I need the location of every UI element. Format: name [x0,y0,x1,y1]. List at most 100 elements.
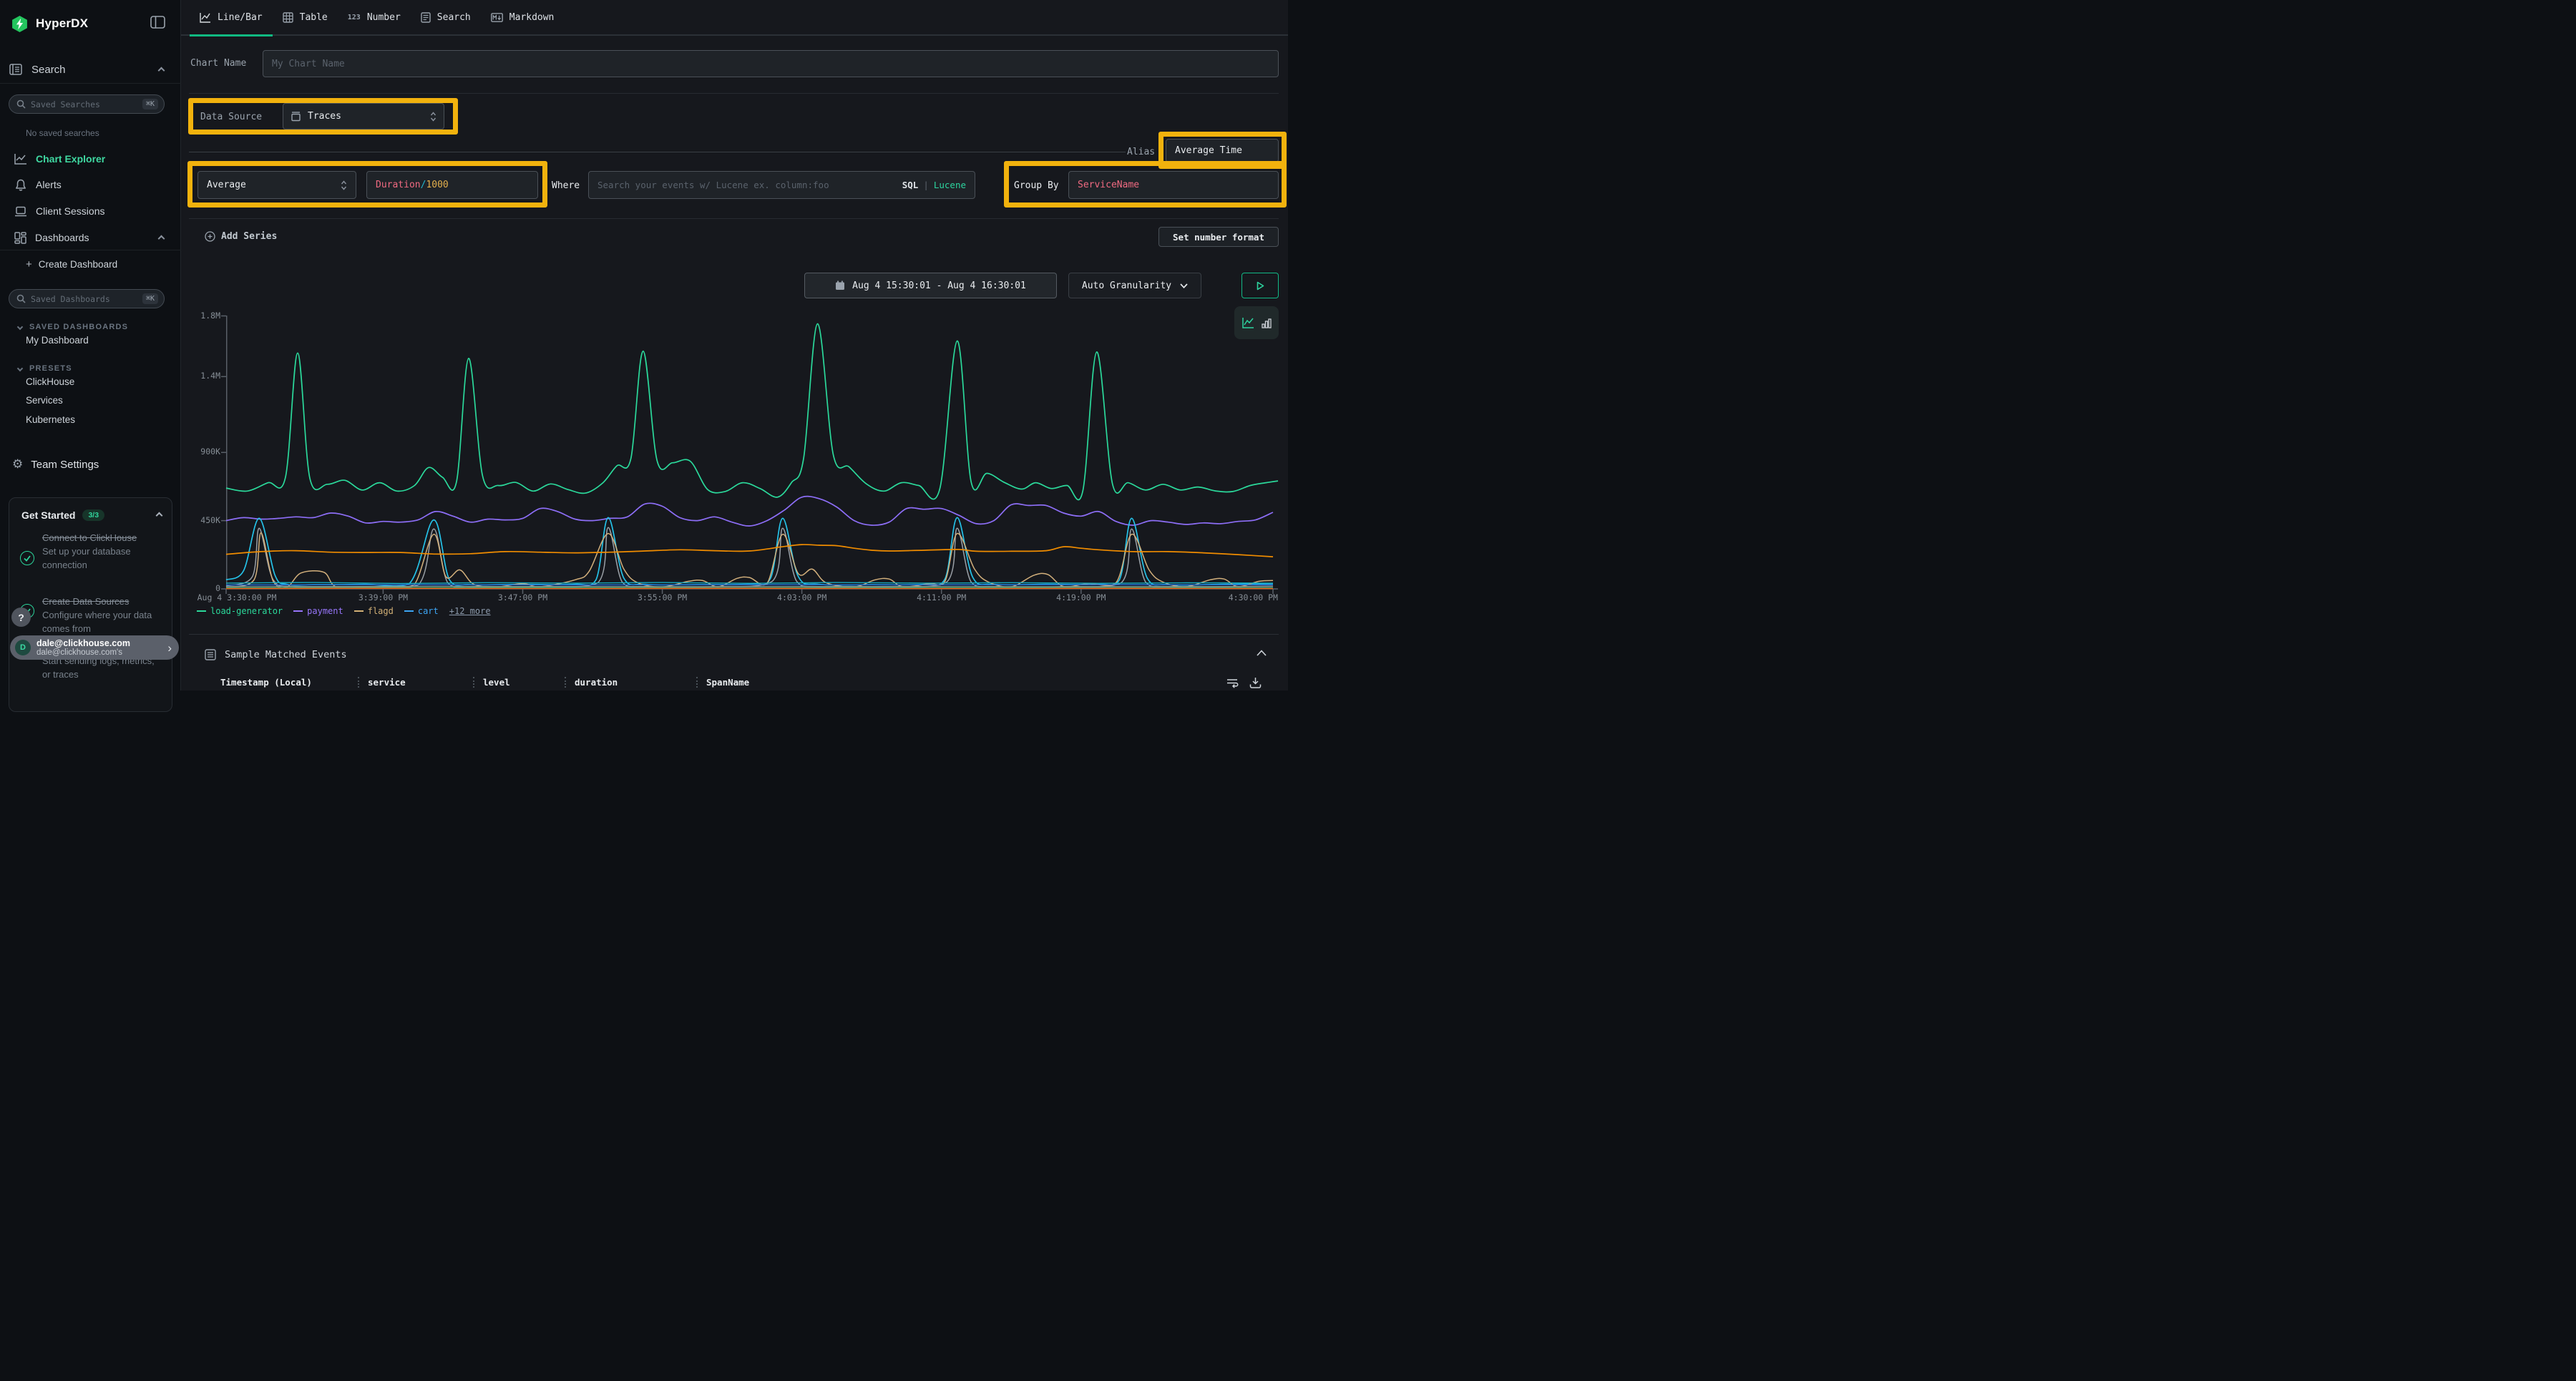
tab-markdown[interactable]: Markdown [481,0,565,35]
aggregation-select[interactable]: Average [197,171,356,199]
chevron-up-icon[interactable] [156,512,163,519]
tab-search[interactable]: Search [411,0,481,35]
legend-item[interactable]: load-generator [197,606,283,616]
saved-dashboards-input[interactable] [31,294,142,304]
saved-dashboards-shortcut: ⌘K [142,293,158,304]
chart-svg [226,315,1278,591]
sidebar-item-label: Dashboards [35,232,89,243]
user-menu[interactable]: D dale@clickhouse.com dale@clickhouse.co… [10,635,179,660]
get-started-item[interactable]: Create Data Sources Configure where your… [42,595,164,635]
sample-events-title: Sample Matched Events [225,649,347,660]
select-chevrons-icon [430,112,436,122]
sidebar-item-alerts[interactable]: Alerts [15,177,62,192]
legend-label: cart [418,606,439,616]
granularity-select[interactable]: Auto Granularity [1068,273,1201,298]
alias-input[interactable] [1166,145,1278,156]
tab-number[interactable]: 123 Number [338,0,411,35]
field-expression-input[interactable]: Duration/1000 [366,171,538,199]
y-tick-label: 450K [200,515,220,525]
dashboard-item-label: Kubernetes [26,414,75,425]
x-tick-label: 4:19:00 PM [1056,592,1106,602]
chart-explorer-icon [14,153,27,165]
legend-item[interactable]: payment [293,606,343,616]
tab-line-bar[interactable]: Line/Bar [190,0,273,35]
expression-operator: / [421,180,426,190]
collapse-sidebar-icon[interactable] [150,16,165,29]
sidebar-dashboard-item[interactable]: ClickHouse [26,375,74,388]
create-dashboard-button[interactable]: + Create Dashboard [26,257,117,271]
alias-field[interactable] [1166,139,1279,162]
data-source-select[interactable]: Traces [283,103,444,130]
collapse-section-icon[interactable] [1257,650,1267,656]
dashboard-group-header[interactable]: SAVED DASHBOARDS [18,321,128,333]
saved-searches-search[interactable]: ⌘K [9,94,165,114]
sidebar-item-chart-explorer[interactable]: Chart Explorer [14,151,105,167]
set-number-format-button[interactable]: Set number format [1158,227,1279,247]
add-series-button[interactable]: Add Series [205,228,277,245]
sample-events-header[interactable]: Sample Matched Events [205,646,347,663]
legend-label: payment [307,606,343,616]
y-tick-label: 0 [215,583,220,593]
sidebar-section-search[interactable]: Search [9,62,66,77]
data-source-label: Data Source [200,112,262,122]
dashboard-group-header[interactable]: PRESETS [18,363,72,374]
saved-searches-input[interactable] [31,99,142,109]
help-button[interactable]: ? [11,607,31,627]
sidebar-item-dashboards[interactable]: Dashboards [14,230,89,245]
sidebar-dashboard-item[interactable]: Services [26,394,63,406]
help-label: ? [18,612,24,623]
tab-table[interactable]: Table [273,0,338,35]
chevron-down-icon [1180,283,1188,288]
search-section-icon [9,64,22,75]
legend-item[interactable]: flagd [354,606,394,616]
language-toggle-sql[interactable]: SQL [902,180,919,190]
chart-series-payment [226,497,1273,526]
sidebar-item-team-settings[interactable]: ⚙ Team Settings [12,457,99,472]
language-toggle-lucene[interactable]: Lucene [934,180,966,190]
x-tick-label: Aug 4 3:30:00 PM [197,592,277,602]
plus-icon: + [26,258,32,270]
legend-label: load-generator [210,606,283,616]
group-by-input[interactable]: ServiceName [1068,171,1279,199]
sidebar-item-client-sessions[interactable]: Client Sessions [14,203,105,219]
column-separator [358,677,359,688]
column-header[interactable]: Timestamp (Local) [220,677,312,688]
saved-dashboards-search[interactable]: ⌘K [9,289,165,308]
legend-more-link[interactable]: +12 more [449,606,491,616]
chevron-up-icon[interactable] [158,67,165,74]
column-header[interactable]: duration [575,677,618,688]
expression-field: Duration [376,180,421,190]
column-header[interactable]: level [483,677,510,688]
chevron-down-icon [17,324,23,330]
column-header[interactable]: SpanName [706,677,749,688]
granularity-value: Auto Granularity [1082,280,1171,291]
traces-source-icon [291,111,301,122]
sidebar-item-label: Client Sessions [36,205,105,217]
legend-swatch [404,610,414,612]
x-tick-label: 3:55:00 PM [638,592,687,602]
where-search-input[interactable] [589,180,902,190]
sidebar-dashboard-item[interactable]: Kubernetes [26,413,75,426]
team-settings-label: Team Settings [31,459,99,471]
date-range-picker[interactable]: Aug 4 15:30:01 - Aug 4 16:30:01 [804,273,1057,298]
wrap-lines-icon[interactable] [1226,678,1239,688]
aggregation-value: Average [207,180,246,190]
y-tick-label: 1.4M [200,371,220,381]
saved-searches-shortcut: ⌘K [142,99,158,109]
where-search-field[interactable]: SQL | Lucene [588,171,975,199]
chart-area[interactable]: Aug 4 3:30:00 PM3:39:00 PM3:47:00 PM3:55… [226,315,1278,591]
where-label: Where [552,180,580,191]
legend-item[interactable]: cart [404,606,439,616]
chart-name-input[interactable] [263,59,1278,69]
download-icon[interactable] [1249,677,1262,688]
number-123-icon: 123 [348,14,361,21]
column-header[interactable]: service [368,677,406,688]
hyperdx-logo-icon [11,15,29,33]
chevron-up-icon[interactable] [158,235,165,243]
chart-name-field[interactable] [263,50,1279,77]
expression-value: 1000 [426,180,448,190]
sidebar-dashboard-item[interactable]: My Dashboard [26,333,89,346]
run-query-button[interactable] [1241,273,1279,298]
check-circle-icon [20,551,34,565]
get-started-item[interactable]: Connect to ClickHouse Set up your databa… [42,531,157,572]
